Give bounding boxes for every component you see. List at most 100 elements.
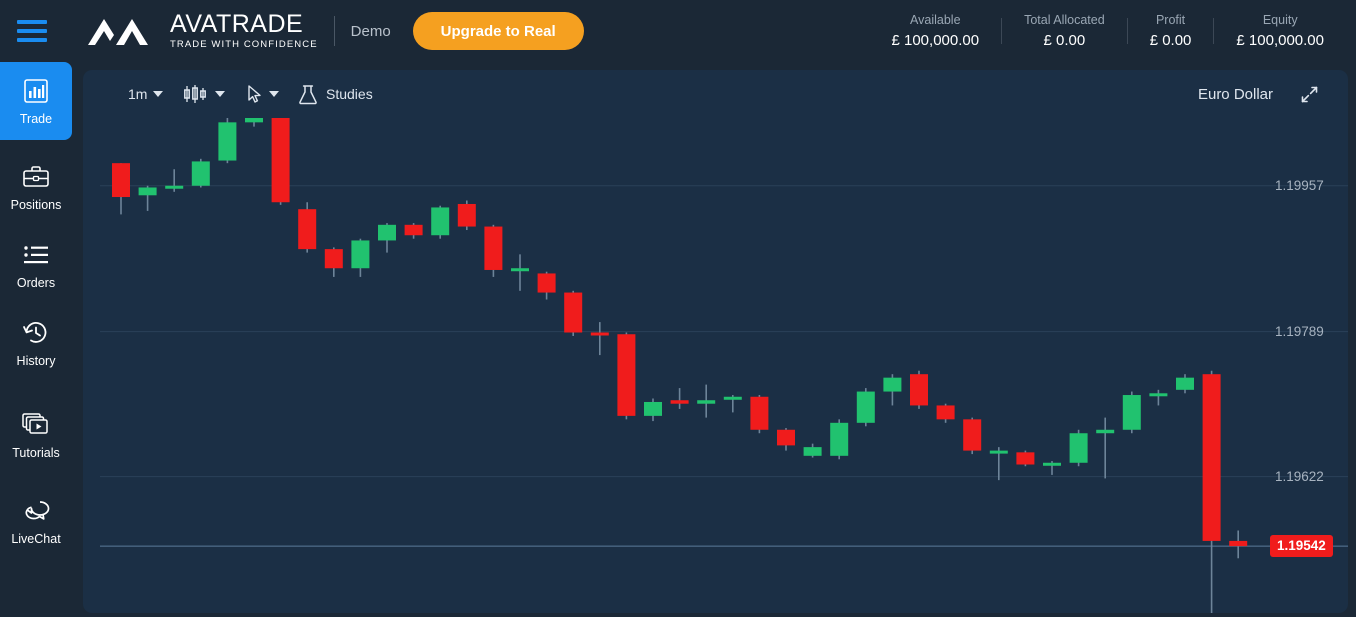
- candle-body: [378, 224, 396, 241]
- stat-label: Available: [910, 12, 961, 27]
- sidebar-item-trade[interactable]: Trade: [0, 62, 72, 140]
- candle-body: [856, 391, 875, 423]
- sidebar-item-label: Orders: [16, 276, 56, 290]
- stat-available: Available £ 100,000.00: [869, 12, 1001, 51]
- candle-body: [165, 185, 184, 189]
- stat-value: £ 0.00: [1043, 31, 1086, 49]
- studies-label: Studies: [326, 86, 373, 102]
- candle-body: [723, 396, 742, 400]
- sidebar-item-label: Tutorials: [12, 446, 60, 460]
- candle-body: [271, 118, 290, 203]
- chevron-down-icon: [153, 91, 164, 97]
- brand-logo-area: AVATRADE TRADE WITH CONFIDENCE: [86, 9, 318, 51]
- chart-panel: 1m Studies Euro Dollar 1.19957 1.19789 1…: [83, 70, 1348, 613]
- candle-body: [777, 429, 795, 446]
- candle-body: [218, 122, 237, 161]
- brand-name: AVATRADE: [170, 9, 304, 38]
- sidebar-item-history[interactable]: History: [0, 304, 72, 382]
- sidebar-item-label: Positions: [10, 198, 62, 212]
- candle-body: [1096, 429, 1115, 434]
- candle-body: [989, 450, 1008, 454]
- video-stack-icon: [21, 410, 51, 440]
- candle-body: [511, 268, 529, 272]
- sidebar-item-tutorials[interactable]: Tutorials: [0, 396, 72, 474]
- candle-body: [1069, 433, 1088, 463]
- candle-body: [670, 400, 689, 404]
- candle-body: [191, 161, 210, 186]
- sidebar-item-livechat[interactable]: LiveChat: [0, 482, 72, 560]
- candle-body: [537, 273, 556, 293]
- candle-body: [1122, 395, 1141, 430]
- candle-body: [245, 118, 263, 123]
- candle-body: [457, 203, 476, 227]
- candle-body: [138, 187, 157, 196]
- candle-body: [484, 226, 503, 270]
- candle-body: [324, 249, 343, 269]
- bar-chart-icon: [23, 76, 49, 106]
- clock-back-icon: [22, 318, 50, 348]
- brand-tagline: TRADE WITH CONFIDENCE: [170, 38, 318, 50]
- candle-body: [644, 401, 662, 416]
- header-divider: [333, 16, 335, 46]
- candle-body: [830, 422, 849, 456]
- candle-body: [697, 400, 716, 404]
- candle-body: [936, 405, 955, 420]
- candle-body: [1202, 374, 1221, 541]
- candle-body: [1043, 462, 1061, 466]
- trading-platform-window: AVATRADE TRADE WITH CONFIDENCE Demo Upgr…: [0, 0, 1356, 617]
- candle-body: [564, 292, 583, 333]
- candle-body: [750, 396, 769, 430]
- candle-body: [404, 224, 423, 236]
- candlestick-svg: [100, 118, 1348, 613]
- main-sidebar: Trade Positions Orders History Tutorials…: [0, 62, 72, 617]
- candle-body: [351, 240, 370, 269]
- chart-type-selector[interactable]: [183, 70, 225, 118]
- candle-body: [431, 207, 450, 236]
- stat-value: £ 100,000.00: [891, 31, 980, 49]
- mouse-pointer-icon: [248, 84, 261, 103]
- stat-total-allocated: Total Allocated £ 0.00: [1002, 12, 1127, 51]
- hamburger-menu-icon[interactable]: [17, 20, 47, 42]
- timeframe-selector[interactable]: 1m: [128, 70, 164, 118]
- candle-body: [803, 447, 822, 456]
- chart-toolbar: 1m Studies Euro Dollar: [83, 70, 1348, 118]
- stat-label: Equity: [1262, 12, 1298, 27]
- sidebar-item-positions[interactable]: Positions: [0, 148, 72, 226]
- candle-body: [617, 334, 636, 416]
- account-mode-label: Demo: [350, 22, 391, 40]
- chevron-down-icon: [215, 91, 225, 97]
- candle-body: [910, 374, 928, 406]
- stat-label: Profit: [1155, 12, 1186, 27]
- upgrade-to-real-button[interactable]: Upgrade to Real: [412, 12, 584, 50]
- candle-body: [590, 332, 609, 336]
- candlestick-chart-plot[interactable]: [100, 118, 1348, 613]
- flask-icon: [299, 84, 317, 104]
- app-header: AVATRADE TRADE WITH CONFIDENCE Demo Upgr…: [0, 0, 1356, 62]
- candle-body: [1149, 393, 1168, 397]
- candle-body: [112, 163, 130, 198]
- stat-value: £ 0.00: [1149, 31, 1192, 49]
- stat-value: £ 100,000.00: [1236, 31, 1324, 49]
- stat-equity: Equity £ 100,000.00: [1214, 12, 1346, 51]
- collapse-diagonal-icon[interactable]: [1301, 70, 1318, 118]
- sidebar-item-orders[interactable]: Orders: [0, 226, 72, 304]
- candle-body: [963, 419, 982, 451]
- candle-body: [883, 377, 902, 392]
- sidebar-item-label: Trade: [19, 112, 53, 126]
- chat-bubbles-icon: [20, 496, 52, 526]
- sidebar-item-label: History: [16, 354, 56, 368]
- candle-body: [1229, 540, 1248, 547]
- cursor-tool-selector[interactable]: [247, 70, 279, 118]
- stat-profit: Profit £ 0.00: [1128, 12, 1214, 51]
- list-icon: [22, 240, 50, 270]
- sidebar-item-label: LiveChat: [11, 532, 61, 546]
- candle-body: [298, 209, 317, 250]
- stat-label: Total Allocated: [1024, 12, 1105, 27]
- timeframe-label: 1m: [128, 86, 148, 102]
- candle-body: [1176, 377, 1194, 390]
- briefcase-icon: [22, 162, 50, 192]
- studies-button[interactable]: Studies: [298, 70, 373, 118]
- chevron-down-icon: [269, 91, 279, 97]
- candlestick-icon: [184, 85, 206, 103]
- chart-symbol-label: Euro Dollar: [1197, 85, 1273, 103]
